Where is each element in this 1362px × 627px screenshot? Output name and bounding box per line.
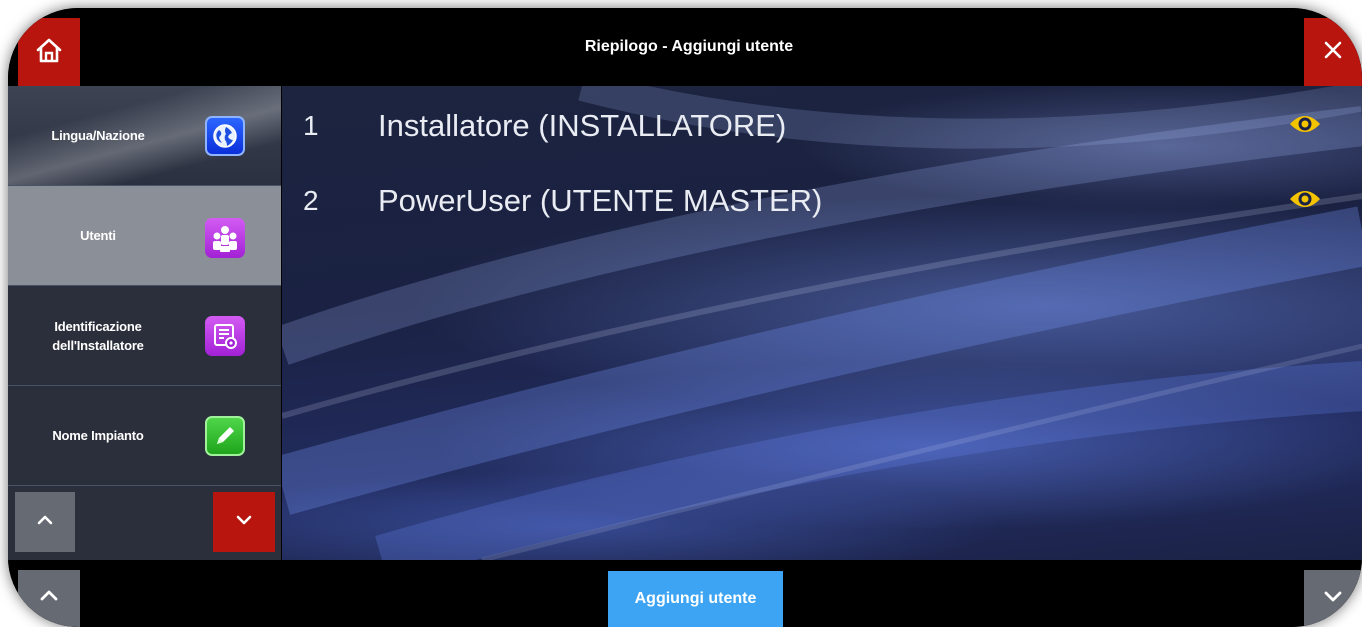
title-bar: Riepilogo - Aggiungi utente xyxy=(8,8,1362,86)
page-title: Riepilogo - Aggiungi utente xyxy=(584,38,794,55)
home-icon xyxy=(34,35,64,70)
view-user-button[interactable] xyxy=(1285,181,1325,221)
users-icon xyxy=(205,218,245,258)
add-user-button[interactable]: Aggiungi utente xyxy=(608,571,783,627)
eye-icon xyxy=(1288,112,1322,141)
close-icon xyxy=(1321,38,1345,67)
user-number: 1 xyxy=(303,110,319,141)
sidebar-item-label: Lingua/Nazione xyxy=(51,128,145,143)
user-number: 2 xyxy=(303,185,319,216)
sidebar-item-lingua-nazione[interactable]: Lingua/Nazione xyxy=(8,86,281,186)
sidebar-item-label: Nome Impianto xyxy=(52,428,144,443)
sidebar-item-label: Utenti xyxy=(80,228,116,243)
edit-icon xyxy=(205,416,245,456)
eye-icon xyxy=(1288,187,1322,216)
installer-id-icon xyxy=(205,316,245,356)
user-name: PowerUser (UTENTE MASTER) xyxy=(378,183,823,218)
sidebar-item-identificazione-installatore[interactable]: Identificazione dell'Installatore xyxy=(8,286,281,386)
chevron-up-icon xyxy=(38,585,60,612)
sidebar: Lingua/Nazione Utenti Identificazione de… xyxy=(8,86,281,560)
chevron-down-icon xyxy=(234,510,254,535)
sidebar-scroll-down-button[interactable] xyxy=(213,492,275,552)
sidebar-item-nome-impianto[interactable]: Nome Impianto xyxy=(8,386,281,486)
bottom-bar: Aggiungi utente xyxy=(8,560,1362,627)
close-button[interactable] xyxy=(1304,18,1362,86)
globe-icon xyxy=(205,116,245,156)
sidebar-item-utenti[interactable]: Utenti xyxy=(8,186,281,286)
sidebar-item-label: Identificazione dell'Installatore xyxy=(52,318,144,353)
sidebar-scroll-controls xyxy=(8,486,281,560)
chevron-up-icon xyxy=(35,510,55,535)
user-row[interactable]: 2 PowerUser (UTENTE MASTER) xyxy=(282,171,1362,231)
chevron-down-icon xyxy=(1322,585,1344,612)
device-screen: Riepilogo - Aggiungi utente Lingua/Nazio… xyxy=(8,8,1362,627)
page-up-button[interactable] xyxy=(18,570,80,627)
sidebar-scroll-up-button[interactable] xyxy=(15,492,75,552)
view-user-button[interactable] xyxy=(1285,106,1325,146)
home-button[interactable] xyxy=(18,18,80,86)
page-down-button[interactable] xyxy=(1304,570,1362,627)
user-list-panel: 1 Installatore (INSTALLATORE) 2 PowerUse… xyxy=(281,86,1362,560)
user-row[interactable]: 1 Installatore (INSTALLATORE) xyxy=(282,96,1362,156)
background-swirl xyxy=(282,86,1362,560)
user-name: Installatore (INSTALLATORE) xyxy=(378,108,787,143)
